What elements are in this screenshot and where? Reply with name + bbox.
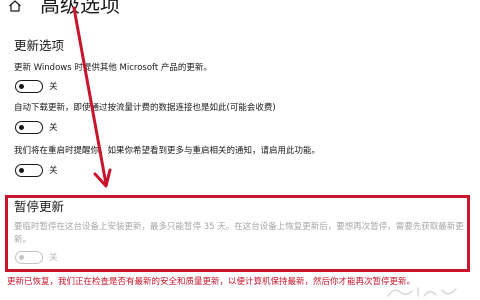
setting-metered-download-description: 自动下载更新，即使通过按流量计费的数据连接也是如此(可能会收费) [14,103,276,113]
watermark-logo [387,287,457,297]
toggle-knob [19,167,24,173]
setting-restart-notify-description: 我们将在重启时提醒你。如果你希望看到更多与重启相关的通知，请启用此功能。 [14,146,321,156]
update-options-heading: 更新选项 [14,38,65,53]
metered-download-toggle-label: 关 [49,123,58,133]
setting-other-products-description: 更新 Windows 时提供其他 Microsoft 产品的更新。 [14,63,212,73]
home-icon[interactable] [8,0,22,12]
annotation-note: 更新已恢复，我们正在检查是否有最新的安全和质量更新，以便计算机保持最新，然后你才… [7,277,416,287]
other-products-toggle-label: 关 [49,82,58,92]
pause-updates-description: 要临时暂停在这台设备上安装更新，最多只能暂停 35 天。在这台设备上恢复更新后，… [14,222,464,245]
metered-download-toggle[interactable] [15,121,43,134]
toggle-knob [19,83,24,89]
page-title: 高级选项 [40,0,120,17]
toggle-knob [19,254,24,260]
pause-updates-toggle [15,251,43,264]
other-products-toggle[interactable] [15,80,43,93]
pause-updates-heading: 暂停更新 [14,199,65,214]
toggle-knob [19,124,24,130]
restart-notify-toggle-label: 关 [49,166,58,176]
pause-updates-toggle-label: 关 [49,253,58,263]
restart-notify-toggle[interactable] [15,164,43,177]
